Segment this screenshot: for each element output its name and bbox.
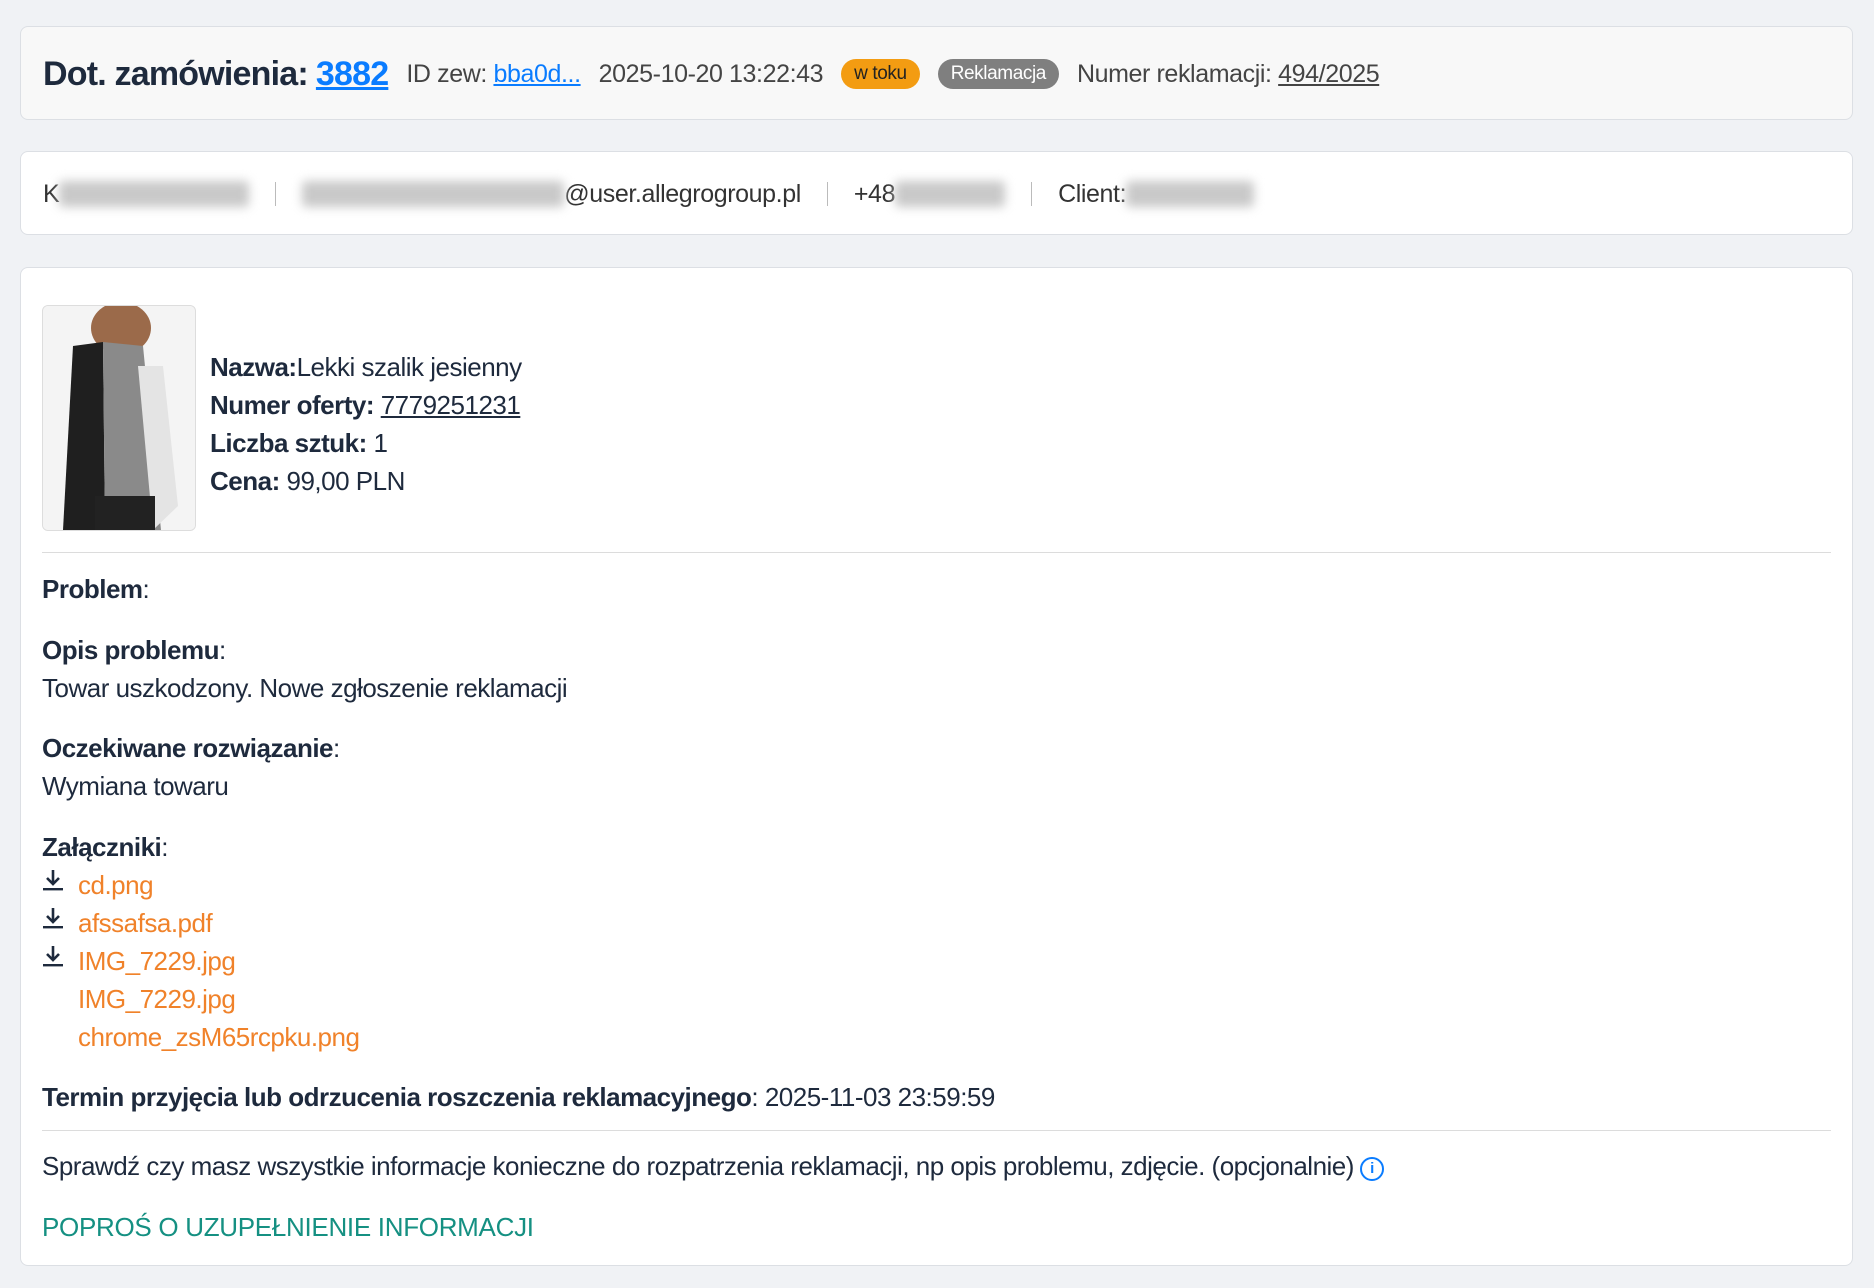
divider — [42, 552, 1831, 553]
customer-name-redacted — [59, 181, 250, 207]
attachments-label: Załączniki — [42, 832, 162, 862]
customer-name-initial: K — [43, 179, 60, 208]
download-icon[interactable] — [42, 904, 78, 942]
attachment-item: afssafsa.pdf — [42, 904, 359, 942]
attachment-link[interactable]: IMG_7229.jpg — [78, 980, 236, 1018]
offer-number-row: Numer oferty: 7779251231 — [210, 386, 522, 424]
description-text: Towar uszkodzony. Nowe zgłoszenie reklam… — [42, 673, 568, 703]
info-icon[interactable]: i — [1359, 1157, 1384, 1181]
complaint-number-link[interactable]: 494/2025 — [1278, 60, 1379, 88]
complaint-number-label: Numer reklamacji: — [1076, 59, 1272, 88]
order-title: Dot. zamówienia: 3882 — [43, 54, 389, 94]
product-name-label: Nazwa: — [210, 352, 297, 382]
external-id: ID zew: bba0d... — [406, 59, 581, 89]
request-info-button[interactable]: Poproś o uzupełnienie informacji — [42, 1208, 534, 1246]
order-datetime: 2025-10-20 13:22:43 — [598, 59, 824, 88]
phone-redacted — [895, 181, 1006, 207]
attachment-link[interactable]: afssafsa.pdf — [78, 904, 213, 942]
order-title-label: Dot. zamówienia: — [43, 54, 309, 93]
deadline-label: Termin przyjęcia lub odrzucenia roszczen… — [42, 1082, 752, 1112]
divider — [275, 182, 277, 206]
order-number-link[interactable]: 3882 — [316, 55, 389, 93]
phone-prefix: +48 — [853, 179, 896, 208]
quantity-label: Liczba sztuk: — [210, 428, 367, 458]
expected-solution-label: Oczekiwane rozwiązanie — [42, 733, 334, 763]
product-info: Nazwa:Lekki szalik jesienny Numer oferty… — [210, 348, 522, 500]
download-icon[interactable] — [42, 942, 78, 980]
quantity-value: 1 — [373, 428, 388, 458]
divider — [42, 1130, 1831, 1131]
attachment-item: IMG_7229.jpg — [42, 942, 359, 980]
client-label: Client: — [1058, 179, 1127, 208]
check-info-row: Sprawdź czy masz wszystkie informacje ko… — [42, 1147, 1384, 1185]
type-badge: Reklamacja — [937, 59, 1059, 89]
description-section: Opis problemu: Towar uszkodzony. Nowe zg… — [42, 631, 568, 707]
download-icon[interactable] — [42, 866, 78, 904]
problem-label: Problem — [42, 574, 143, 604]
price-label: Cena: — [210, 466, 280, 496]
description-label: Opis problemu — [42, 635, 219, 665]
attachment-link[interactable]: chrome_zsM65rcpku.png — [78, 1018, 360, 1056]
check-info-text: Sprawdź czy masz wszystkie informacje ko… — [42, 1151, 1354, 1181]
attachment-item: IMG_7229.jpg — [42, 980, 359, 1018]
order-header-card: Dot. zamówienia: 3882 ID zew: bba0d... 20… — [20, 26, 1853, 120]
client-id-redacted — [1126, 181, 1255, 207]
complaint-number: Numer reklamacji: 494/2025 — [1076, 59, 1380, 89]
status-badge: w toku — [841, 59, 920, 89]
complaint-card: Nazwa:Lekki szalik jesienny Numer oferty… — [20, 267, 1853, 1266]
problem-section: Problem: — [42, 574, 150, 604]
email-user-redacted — [302, 181, 565, 207]
offer-number-link[interactable]: 7779251231 — [381, 390, 521, 420]
divider — [1031, 182, 1033, 206]
deadline-value: 2025-11-03 23:59:59 — [764, 1082, 996, 1112]
product-name-row: Nazwa:Lekki szalik jesienny — [210, 348, 522, 386]
attachments-section: Załączniki: cd.png afssafsa.pdf IMG_7229.j… — [42, 828, 360, 1056]
external-id-link[interactable]: bba0d... — [493, 60, 581, 88]
expected-solution-text: Wymiana towaru — [42, 771, 229, 801]
email-domain: @user.allegrogroup.pl — [564, 179, 801, 208]
external-id-label: ID zew: — [406, 59, 487, 88]
attachment-item: chrome_zsM65rcpku.png — [42, 1018, 360, 1056]
offer-number-label: Numer oferty: — [210, 390, 374, 420]
attachment-link[interactable]: cd.png — [78, 866, 154, 904]
price-value: 99,00 PLN — [286, 466, 405, 496]
price-row: Cena: 99,00 PLN — [210, 462, 522, 500]
divider — [826, 182, 828, 206]
product-image[interactable] — [42, 305, 196, 531]
customer-card: K @user.allegrogroup.pl +48 Client: — [20, 151, 1853, 235]
product-name: Lekki szalik jesienny — [296, 352, 523, 382]
attachments-list: cd.png afssafsa.pdf IMG_7229.jpg IMG_7229.j… — [42, 866, 360, 1056]
deadline-row: Termin przyjęcia lub odrzucenia roszczen… — [42, 1082, 996, 1112]
attachment-link[interactable]: IMG_7229.jpg — [78, 942, 236, 980]
scarf-photo-icon — [43, 306, 195, 530]
expected-solution-section: Oczekiwane rozwiązanie: Wymiana towaru — [42, 729, 340, 805]
attachment-item: cd.png — [42, 866, 359, 904]
quantity-row: Liczba sztuk: 1 — [210, 424, 522, 462]
